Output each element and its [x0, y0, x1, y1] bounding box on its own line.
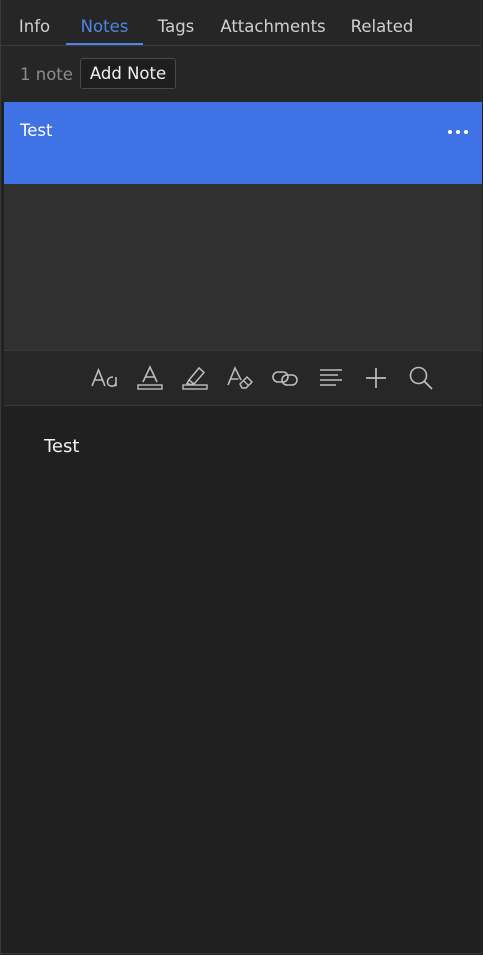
notes-panel: Info Notes Tags Attachments Related 1 no…	[0, 0, 482, 954]
align-icon[interactable]	[316, 363, 346, 393]
insert-icon[interactable]	[361, 363, 391, 393]
more-options-icon[interactable]	[446, 120, 472, 142]
notes-toolbar: 1 note Add Note	[1, 46, 481, 102]
font-size-icon[interactable]	[90, 363, 120, 393]
note-list-item[interactable]: Test	[4, 102, 482, 184]
tab-attachments[interactable]: Attachments	[213, 0, 333, 45]
note-count: 1 note	[20, 65, 73, 84]
tab-notes[interactable]: Notes	[66, 0, 143, 45]
active-tab-indicator	[66, 43, 143, 45]
note-editor[interactable]: Test	[4, 406, 482, 953]
tab-related[interactable]: Related	[343, 0, 421, 45]
editor-toolbar	[4, 350, 482, 406]
editor-content[interactable]: Test	[44, 436, 79, 457]
note-title: Test	[20, 121, 53, 140]
add-note-button[interactable]: Add Note	[80, 58, 176, 89]
link-icon[interactable]	[270, 363, 300, 393]
tab-tags[interactable]: Tags	[151, 0, 201, 45]
clear-formatting-icon[interactable]	[225, 363, 255, 393]
notes-list: Test	[4, 102, 482, 350]
highlight-icon[interactable]	[180, 363, 210, 393]
text-color-icon[interactable]	[135, 363, 165, 393]
find-icon[interactable]	[406, 363, 436, 393]
tab-info[interactable]: Info	[11, 0, 58, 45]
tab-bar: Info Notes Tags Attachments Related	[1, 0, 481, 46]
